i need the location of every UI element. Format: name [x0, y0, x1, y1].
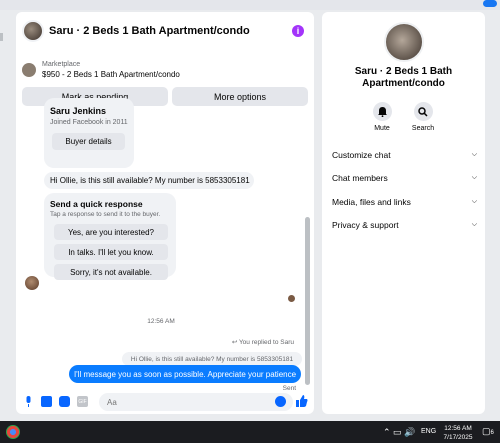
- seller-joined: Joined Facebook in 2011: [50, 119, 128, 126]
- mute-button[interactable]: Mute: [362, 102, 402, 132]
- like-icon-shape: [296, 395, 308, 407]
- message-composer: GIF: [16, 390, 314, 414]
- chevron-down-icon: ⌵: [471, 221, 477, 228]
- conversation-details-panel: Saru · 2 Beds 1 Bath Apartment/condo Mut…: [322, 12, 485, 414]
- microphone-icon[interactable]: [23, 396, 34, 407]
- more-options-button[interactable]: More options: [172, 87, 308, 106]
- chevron-down-icon: ⌵: [471, 198, 477, 205]
- info-icon[interactable]: i: [292, 25, 304, 37]
- notification-count: 6: [490, 430, 494, 436]
- customize-chat-row[interactable]: Customize chat ⌵: [332, 148, 477, 162]
- bell-icon: [372, 102, 392, 121]
- incoming-message: Hi Ollie, is this still available? My nu…: [44, 172, 254, 189]
- privacy-support-label: Privacy & support: [332, 220, 399, 230]
- mute-label: Mute: [374, 125, 390, 132]
- seller-card: Saru Jenkins Joined Facebook in 2011 Buy…: [44, 98, 134, 168]
- profile-avatar[interactable]: [384, 22, 424, 62]
- search-icon-shape: [418, 106, 428, 117]
- quick-response-title: Send a quick response: [50, 199, 143, 209]
- seller-name: Saru Jenkins: [50, 106, 107, 116]
- browser-top-strip: [0, 0, 500, 10]
- chat-members-label: Chat members: [332, 173, 388, 183]
- clock-time: 12:56 AM: [444, 425, 472, 432]
- outgoing-message: I'll message you as soon as possible. Ap…: [69, 365, 301, 383]
- media-files-links-row[interactable]: Media, files and links ⌵: [332, 195, 477, 209]
- chat-avatar[interactable]: [22, 20, 44, 42]
- photo-icon[interactable]: [41, 396, 52, 407]
- privacy-support-row[interactable]: Privacy & support ⌵: [332, 218, 477, 232]
- listing-price: $950 - 2 Beds 1 Bath Apartment/condo: [42, 70, 180, 79]
- search-icon: [413, 102, 433, 121]
- quick-response-in-talks[interactable]: In talks. I'll let you know.: [54, 244, 168, 260]
- message-timestamp: 12:56 AM: [147, 318, 175, 325]
- emoji-icon[interactable]: [275, 396, 286, 407]
- left-edge-marker: [0, 33, 3, 41]
- quoted-message[interactable]: Hi Ollie, is this still available? My nu…: [122, 352, 302, 366]
- message-input[interactable]: [99, 393, 293, 411]
- chrome-icon[interactable]: [6, 425, 20, 439]
- clock[interactable]: 12:56 AM 7/17/2025: [438, 424, 478, 442]
- bell-icon-shape: [377, 106, 387, 117]
- chat-title[interactable]: Saru · 2 Beds 1 Bath Apartment/condo: [49, 25, 250, 37]
- quick-response-yes[interactable]: Yes, are you interested?: [54, 224, 168, 240]
- quick-response-subtitle: Tap a response to send it to the buyer.: [50, 211, 161, 218]
- replied-to-label: ↩ You replied to Saru: [231, 339, 294, 346]
- chat-panel: Saru · 2 Beds 1 Bath Apartment/condo i M…: [16, 12, 314, 414]
- chat-members-row[interactable]: Chat members ⌵: [332, 171, 477, 185]
- chat-scrollbar[interactable]: [305, 217, 310, 385]
- chevron-down-icon: ⌵: [471, 151, 477, 158]
- windows-taskbar: ⌃ ▭ 🔊 ENG 12:56 AM 7/17/2025 ▢6: [0, 421, 500, 443]
- listing-thumbnail: [22, 63, 36, 77]
- language-indicator[interactable]: ENG: [421, 428, 436, 435]
- like-icon[interactable]: [295, 394, 309, 408]
- listing-text: Marketplace $950 - 2 Beds 1 Bath Apartme…: [42, 61, 180, 79]
- chat-header: Saru · 2 Beds 1 Bath Apartment/condo i: [16, 12, 314, 50]
- seen-indicator-avatar: [288, 295, 295, 302]
- microphone-icon-shape: [26, 396, 31, 407]
- quick-response-card: Send a quick response Tap a response to …: [44, 193, 176, 280]
- listing-label: Marketplace: [42, 61, 81, 68]
- chevron-down-icon: ⌵: [471, 174, 477, 181]
- sticker-icon[interactable]: [59, 396, 70, 407]
- gif-icon[interactable]: GIF: [77, 396, 88, 407]
- media-files-links-label: Media, files and links: [332, 197, 411, 207]
- search-button[interactable]: Search: [403, 102, 443, 132]
- buyer-details-button[interactable]: Buyer details: [52, 133, 125, 150]
- listing-summary[interactable]: Marketplace $950 - 2 Beds 1 Bath Apartme…: [16, 52, 314, 88]
- top-right-button[interactable]: [483, 0, 497, 7]
- quick-response-not-available[interactable]: Sorry, it's not available.: [54, 264, 168, 280]
- search-label: Search: [411, 125, 435, 132]
- notification-icon[interactable]: ▢6: [482, 426, 494, 437]
- profile-title: Saru · 2 Beds 1 Bath Apartment/condo: [354, 66, 453, 89]
- clock-date: 7/17/2025: [443, 434, 473, 441]
- customize-chat-label: Customize chat: [332, 150, 391, 160]
- buyer-avatar[interactable]: [25, 276, 39, 290]
- system-tray-icons[interactable]: ⌃ ▭ 🔊: [383, 427, 415, 438]
